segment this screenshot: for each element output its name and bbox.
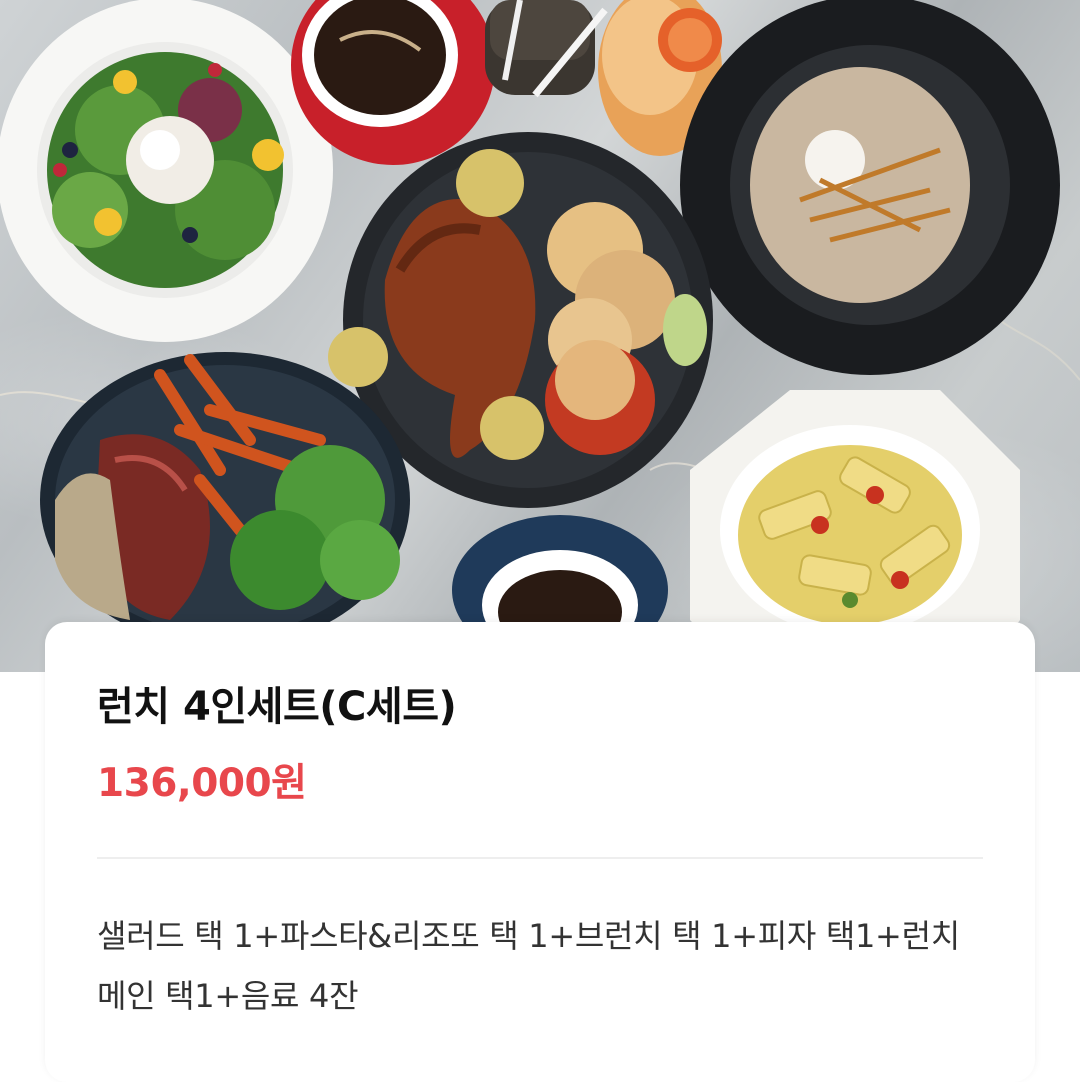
food-photo xyxy=(0,0,1080,672)
divider xyxy=(97,857,983,859)
product-description: 샐러드 택 1+파스타&리조또 택 1+브런치 택 1+피자 택1+런치 메인 … xyxy=(97,917,960,1015)
steak-fries-plate xyxy=(40,352,410,648)
salad-bowl xyxy=(0,0,333,342)
risotto-plate xyxy=(680,0,1060,375)
product-title: 런치 4인세트(C세트) xyxy=(97,684,457,730)
product-info-card: 런치 4인세트(C세트) 136,000원 샐러드 택 1+파스타&리조또 택 … xyxy=(45,622,1035,1082)
product-price: 136,000원 xyxy=(97,761,307,806)
hero-food-image xyxy=(0,0,1080,672)
